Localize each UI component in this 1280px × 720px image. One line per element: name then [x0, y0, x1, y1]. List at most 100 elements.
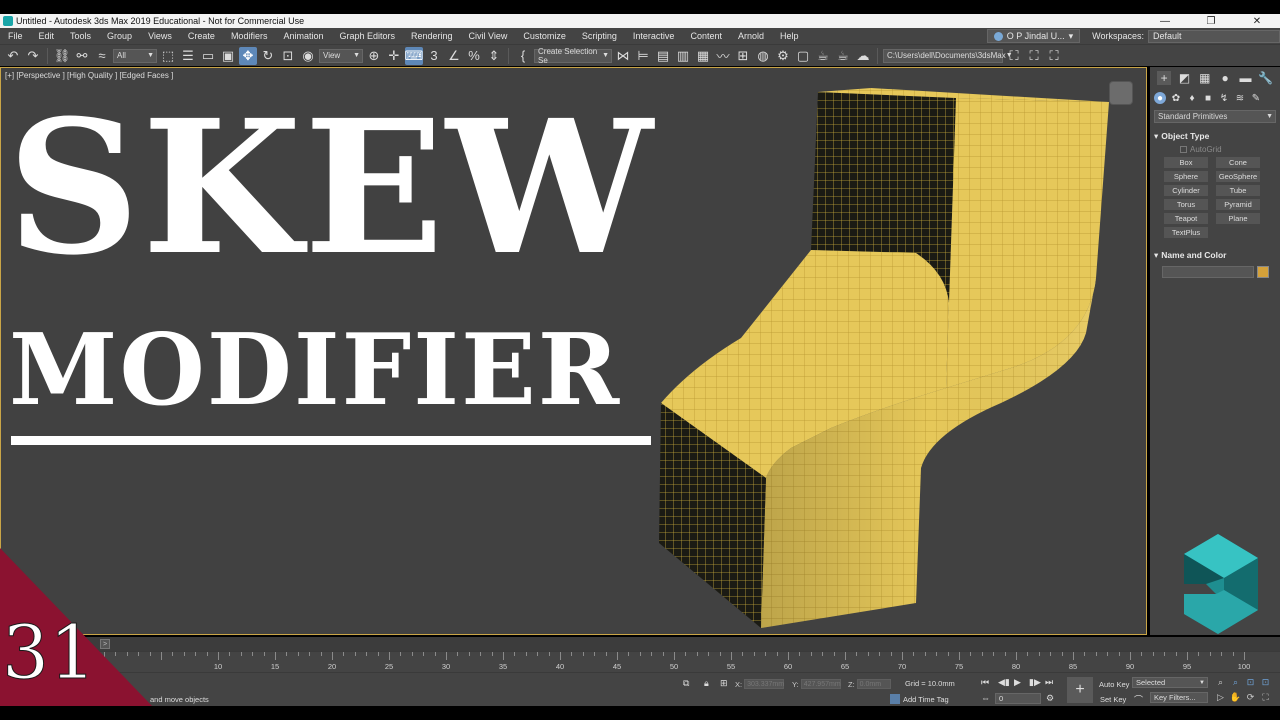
- menu-graph-editors[interactable]: Graph Editors: [331, 31, 403, 41]
- sphere-button[interactable]: Sphere: [1164, 171, 1208, 182]
- geosphere-button[interactable]: GeoSphere: [1216, 171, 1260, 182]
- project-path-dropdown[interactable]: C:\Users\dell\Documents\3dsMax ▼: [883, 48, 1013, 63]
- cylinder-button[interactable]: Cylinder: [1164, 185, 1208, 196]
- selection-filter-dropdown[interactable]: All ▼: [113, 48, 157, 63]
- selection-lock-icon[interactable]: 🔒︎: [704, 678, 709, 689]
- torus-button[interactable]: Torus: [1164, 199, 1208, 210]
- project-settings-icon[interactable]: ⛶: [1025, 47, 1043, 65]
- maximize-viewport-icon[interactable]: ⛶: [1260, 692, 1271, 703]
- absolute-mode-icon[interactable]: ⊞: [720, 678, 728, 689]
- box-button[interactable]: Box: [1164, 157, 1208, 168]
- toggle-layer-explorer-icon[interactable]: ▥: [674, 47, 692, 65]
- link-icon[interactable]: ⛓: [53, 47, 71, 65]
- zoom-extents-all-icon[interactable]: ⊡: [1260, 677, 1271, 688]
- systems-icon[interactable]: ✎: [1250, 92, 1262, 104]
- next-frame-icon[interactable]: ▮▶: [1029, 677, 1041, 688]
- menu-create[interactable]: Create: [180, 31, 223, 41]
- bind-space-warp-icon[interactable]: ≈: [93, 47, 111, 65]
- autogrid-checkbox[interactable]: AutoGrid: [1180, 145, 1280, 154]
- helpers-icon[interactable]: ↯: [1218, 92, 1230, 104]
- project-folder-icon[interactable]: ⛶: [1005, 47, 1023, 65]
- close-button[interactable]: ✕: [1234, 16, 1280, 27]
- modify-tab-icon[interactable]: ◩: [1177, 71, 1191, 85]
- selection-set-dropdown[interactable]: Selected ▼: [1132, 677, 1208, 688]
- rotate-icon[interactable]: ↻: [259, 47, 277, 65]
- menu-arnold[interactable]: Arnold: [730, 31, 772, 41]
- project-browse-icon[interactable]: ⛶: [1045, 47, 1063, 65]
- z-field[interactable]: 0.0mm: [856, 679, 891, 689]
- render-production-icon[interactable]: ☕: [814, 47, 832, 65]
- menu-customize[interactable]: Customize: [515, 31, 574, 41]
- cone-button[interactable]: Cone: [1216, 157, 1260, 168]
- cameras-icon[interactable]: ■: [1202, 92, 1214, 104]
- object-type-rollout-header[interactable]: ▾ Object Type: [1154, 129, 1276, 143]
- angle-snap-icon[interactable]: ∠: [445, 47, 463, 65]
- spinner-snap-icon[interactable]: ⇕: [485, 47, 503, 65]
- menu-rendering[interactable]: Rendering: [403, 31, 461, 41]
- select-manipulate-icon[interactable]: ✛: [385, 47, 403, 65]
- workspaces-select[interactable]: Default: [1148, 29, 1280, 43]
- teapot-button[interactable]: Teapot: [1164, 213, 1208, 224]
- material-editor-icon[interactable]: ◍: [754, 47, 772, 65]
- viewcube[interactable]: [1110, 82, 1132, 104]
- geometry-icon[interactable]: ●: [1154, 92, 1166, 104]
- go-to-start-icon[interactable]: ⏮: [981, 677, 989, 688]
- render-in-cloud-icon[interactable]: ☁: [854, 47, 872, 65]
- object-color-swatch[interactable]: [1257, 266, 1269, 278]
- create-tab-icon[interactable]: +: [1157, 71, 1172, 85]
- track-bar[interactable]: 10 15 20 25 30 35 40 45 50 55 60 65 70 75 80 85 90 95 100: [0, 651, 1280, 672]
- menu-scripting[interactable]: Scripting: [574, 31, 625, 41]
- toggle-ribbon-icon[interactable]: ▦: [694, 47, 712, 65]
- set-key-button[interactable]: Set Key: [1100, 695, 1126, 704]
- menu-edit[interactable]: Edit: [31, 31, 63, 41]
- viewport-label[interactable]: [+] [Perspective ] [High Quality ] [Edge…: [5, 71, 173, 80]
- tube-button[interactable]: Tube: [1216, 185, 1260, 196]
- orbit-icon[interactable]: ⟳: [1245, 692, 1256, 703]
- restore-button[interactable]: ❐: [1188, 16, 1234, 27]
- lights-icon[interactable]: ♦: [1186, 92, 1198, 104]
- user-account-button[interactable]: O P Jindal U... ▾: [986, 29, 1081, 43]
- render-setup-icon[interactable]: ⚙: [774, 47, 792, 65]
- field-of-view-icon[interactable]: ▷: [1215, 692, 1226, 703]
- display-tab-icon[interactable]: ▬: [1238, 71, 1252, 85]
- menu-file[interactable]: File: [0, 31, 31, 41]
- time-slider[interactable]: >: [0, 637, 1280, 651]
- rendered-frame-window-icon[interactable]: ▢: [794, 47, 812, 65]
- mirror-icon[interactable]: ⋈: [614, 47, 632, 65]
- scale-icon[interactable]: ⊡: [279, 47, 297, 65]
- reference-coordinate-dropdown[interactable]: View ▼: [319, 48, 363, 63]
- schematic-view-icon[interactable]: ⊞: [734, 47, 752, 65]
- edit-named-selection-icon[interactable]: {: [514, 47, 532, 65]
- place-icon[interactable]: ◉: [299, 47, 317, 65]
- shapes-icon[interactable]: ✿: [1170, 92, 1182, 104]
- motion-tab-icon[interactable]: ●: [1218, 71, 1232, 85]
- select-by-name-icon[interactable]: ☰: [179, 47, 197, 65]
- zoom-extents-icon[interactable]: ⊡: [1245, 677, 1256, 688]
- object-name-input[interactable]: [1162, 266, 1254, 278]
- y-field[interactable]: 427.957mm: [800, 679, 841, 689]
- minimize-button[interactable]: —: [1142, 16, 1188, 27]
- perspective-viewport[interactable]: [+] [Perspective ] [High Quality ] [Edge…: [0, 67, 1147, 635]
- go-to-end-icon[interactable]: ⏭: [1045, 677, 1053, 688]
- select-object-icon[interactable]: ⬚: [159, 47, 177, 65]
- menu-content[interactable]: Content: [682, 31, 730, 41]
- window-crossing-icon[interactable]: ▣: [219, 47, 237, 65]
- snaps-toggle-icon[interactable]: 3: [425, 47, 443, 65]
- add-time-tag[interactable]: Add Time Tag: [890, 694, 949, 704]
- zoom-all-icon[interactable]: ⌕: [1230, 677, 1241, 688]
- move-icon[interactable]: ✥: [239, 46, 257, 65]
- menu-civil-view[interactable]: Civil View: [461, 31, 516, 41]
- isolate-selection-icon[interactable]: ⧉: [683, 678, 689, 689]
- set-keys-icon[interactable]: +: [1067, 677, 1093, 703]
- primitive-type-dropdown[interactable]: Standard Primitives ▼: [1154, 110, 1276, 123]
- unlink-icon[interactable]: ⚯: [73, 47, 91, 65]
- utilities-tab-icon[interactable]: 🔧: [1258, 71, 1273, 85]
- menu-animation[interactable]: Animation: [275, 31, 331, 41]
- previous-frame-icon[interactable]: ◀▮: [998, 677, 1010, 688]
- rectangular-selection-icon[interactable]: ▭: [199, 47, 217, 65]
- toggle-scene-explorer-icon[interactable]: ▤: [654, 47, 672, 65]
- menu-tools[interactable]: Tools: [62, 31, 99, 41]
- time-configuration-icon[interactable]: ⚙: [1046, 693, 1054, 704]
- pivot-center-icon[interactable]: ⊕: [365, 47, 383, 65]
- name-color-rollout-header[interactable]: ▾ Name and Color: [1154, 248, 1276, 262]
